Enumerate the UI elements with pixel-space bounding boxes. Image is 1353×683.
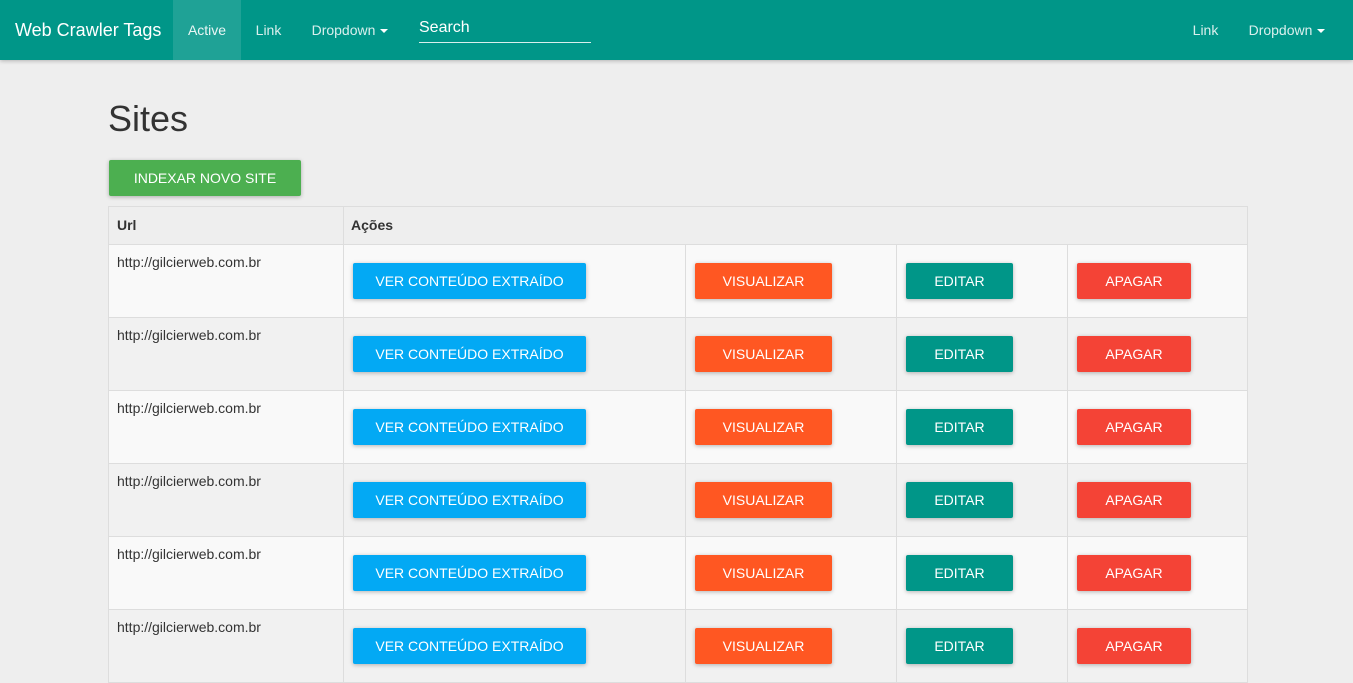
site-url: http://gilcierweb.com.br [117,619,261,635]
delete-button[interactable]: APAGAR [1077,263,1191,299]
column-divider [343,610,344,682]
edit-button[interactable]: EDITAR [906,336,1013,372]
nav-dropdown-right-label: Dropdown [1248,22,1313,38]
table-row: http://gilcierweb.com.br VER CONTEÚDO EXT… [108,245,1248,318]
column-divider [343,391,344,463]
column-divider [1067,391,1068,463]
table-row: http://gilcierweb.com.br VER CONTEÚDO EXT… [108,537,1248,610]
top-navbar: Web Crawler Tags Active Link Dropdown Li… [0,0,1353,60]
nav-item-link-right-label: Link [1192,22,1219,38]
nav-item-link-right[interactable]: Link [1178,0,1233,60]
visualize-button[interactable]: VISUALIZAR [695,628,832,664]
view-content-button[interactable]: VER CONTEÚDO EXTRAÍDO [353,336,586,372]
visualize-button[interactable]: VISUALIZAR [695,263,832,299]
delete-button[interactable]: APAGAR [1077,555,1191,591]
column-divider [685,245,686,317]
edit-button[interactable]: EDITAR [906,628,1013,664]
nav-item-link[interactable]: Link [241,0,296,60]
page-title: Sites [108,98,189,139]
view-content-button[interactable]: VER CONTEÚDO EXTRAÍDO [353,628,586,664]
search-input[interactable] [419,14,591,43]
column-divider [1067,464,1068,536]
site-url: http://gilcierweb.com.br [117,254,261,270]
column-divider [896,464,897,536]
delete-button[interactable]: APAGAR [1077,482,1191,518]
site-url: http://gilcierweb.com.br [117,473,261,489]
view-content-button[interactable]: VER CONTEÚDO EXTRAÍDO [353,409,586,445]
column-divider [1067,537,1068,609]
column-divider [685,610,686,682]
site-url: http://gilcierweb.com.br [117,546,261,562]
nav-dropdown-right[interactable]: Dropdown [1233,0,1341,60]
table-row: http://gilcierweb.com.br VER CONTEÚDO EXT… [108,391,1248,464]
column-divider [685,318,686,390]
column-divider [896,245,897,317]
column-divider [685,537,686,609]
site-url: http://gilcierweb.com.br [117,327,261,343]
nav-dropdown[interactable]: Dropdown [296,0,404,60]
nav-dropdown-label: Dropdown [311,22,376,38]
column-divider [343,537,344,609]
column-divider [685,391,686,463]
edit-button[interactable]: EDITAR [906,482,1013,518]
column-divider [896,391,897,463]
header-url: Url [117,217,137,233]
visualize-button[interactable]: VISUALIZAR [695,409,832,445]
caret-down-icon [380,29,389,34]
visualize-button[interactable]: VISUALIZAR [695,555,832,591]
column-divider [896,610,897,682]
edit-button[interactable]: EDITAR [906,263,1013,299]
view-content-button[interactable]: VER CONTEÚDO EXTRAÍDO [353,555,586,591]
table-row: http://gilcierweb.com.br VER CONTEÚDO EXT… [108,610,1248,683]
nav-item-active-label: Active [187,22,227,38]
header-actions: Ações [351,217,394,233]
column-divider [343,245,344,317]
visualize-button[interactable]: VISUALIZAR [695,336,832,372]
caret-down-icon [1317,29,1326,34]
column-divider [685,464,686,536]
table-row: http://gilcierweb.com.br VER CONTEÚDO EXT… [108,318,1248,391]
table-header: Url Ações [108,206,1248,246]
column-divider [896,318,897,390]
view-content-button[interactable]: VER CONTEÚDO EXTRAÍDO [353,263,586,299]
delete-button[interactable]: APAGAR [1077,628,1191,664]
delete-button[interactable]: APAGAR [1077,336,1191,372]
add-site-button[interactable]: INDEXAR NOVO SITE [109,160,301,196]
column-divider [1067,610,1068,682]
edit-button[interactable]: EDITAR [906,409,1013,445]
column-divider [1067,318,1068,390]
nav-item-link-label: Link [255,22,282,38]
view-content-button[interactable]: VER CONTEÚDO EXTRAÍDO [353,482,586,518]
brand-link[interactable]: Web Crawler Tags [15,0,161,60]
column-divider [1067,245,1068,317]
table-row: http://gilcierweb.com.br VER CONTEÚDO EXT… [108,464,1248,537]
delete-button[interactable]: APAGAR [1077,409,1191,445]
column-divider [896,537,897,609]
site-url: http://gilcierweb.com.br [117,400,261,416]
nav-item-active[interactable]: Active [173,0,241,60]
column-divider [343,464,344,536]
visualize-button[interactable]: VISUALIZAR [695,482,832,518]
edit-button[interactable]: EDITAR [906,555,1013,591]
column-divider [343,318,344,390]
